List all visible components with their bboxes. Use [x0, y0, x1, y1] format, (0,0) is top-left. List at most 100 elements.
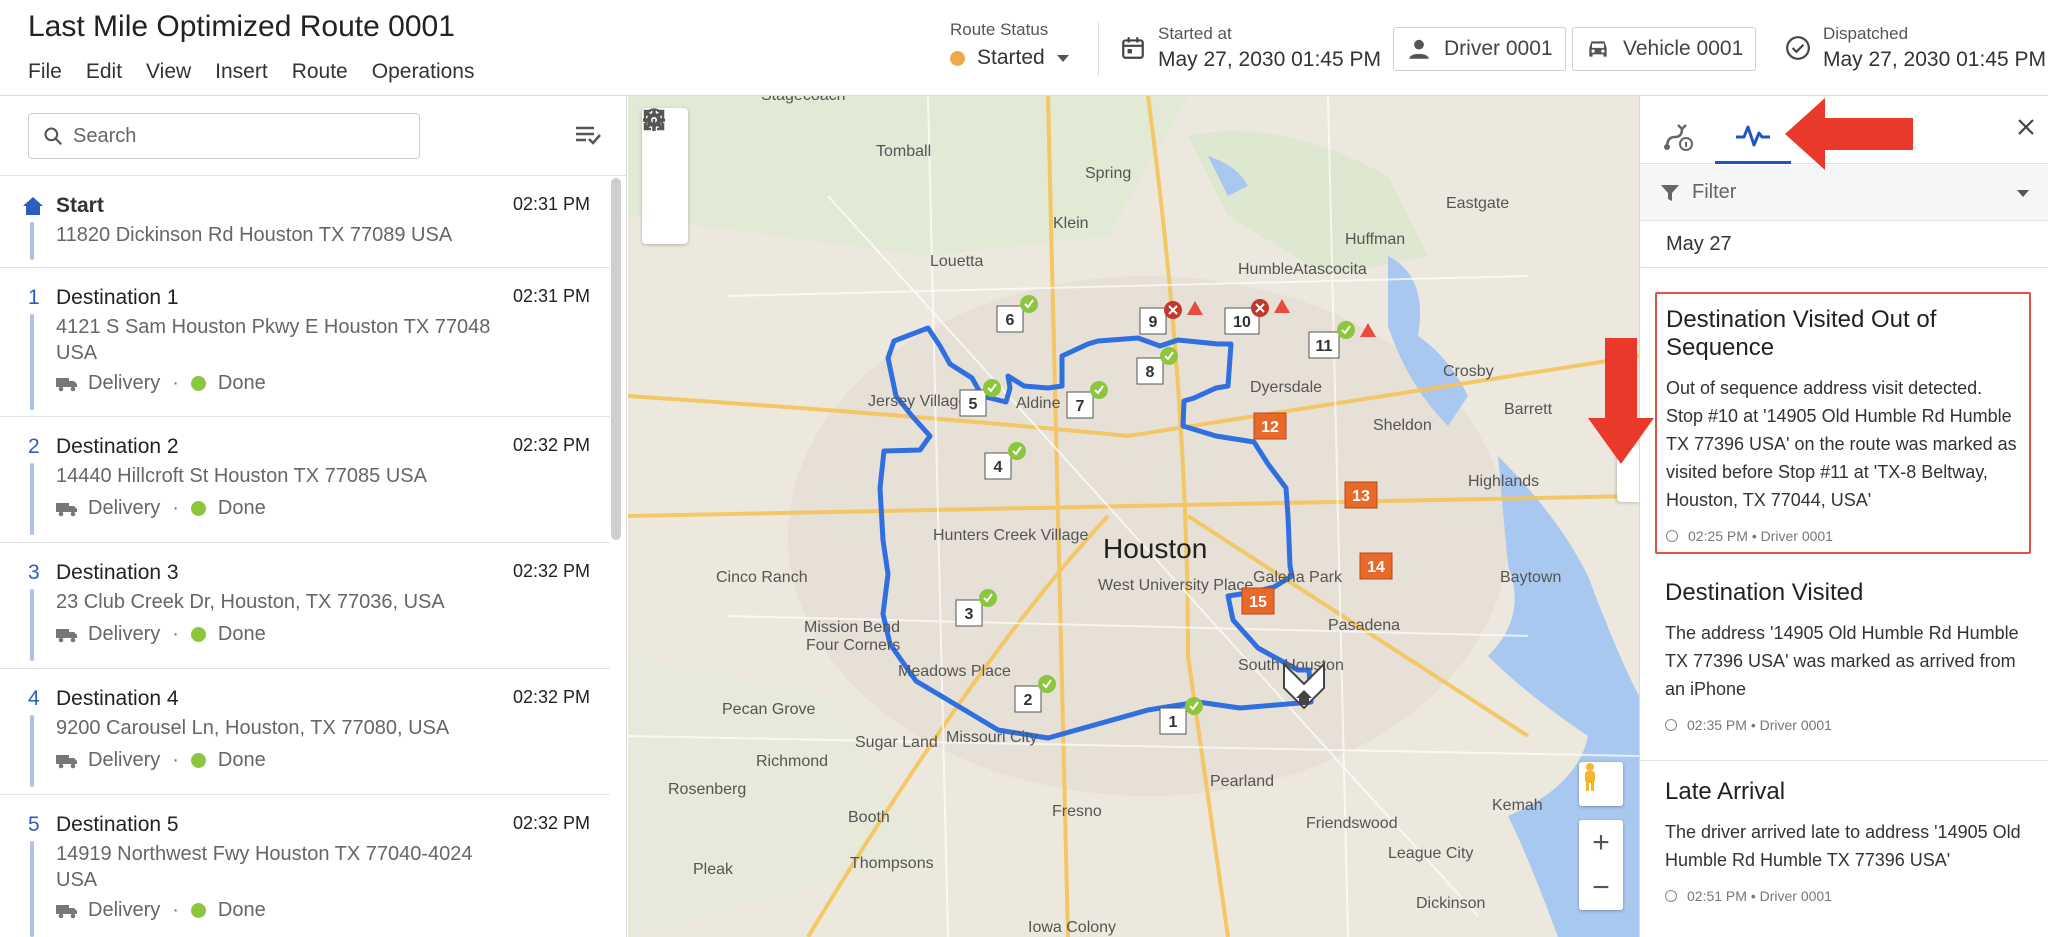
done-status-icon — [190, 501, 206, 516]
stop-number: 5 — [28, 813, 40, 836]
menu-view[interactable]: View — [146, 60, 191, 84]
map-settings-button[interactable] — [642, 109, 688, 198]
filter-dropdown[interactable]: Filter — [1640, 165, 2048, 221]
vehicle-chip[interactable]: Vehicle 0001 — [1572, 27, 1757, 71]
stop-time: 02:32 PM — [512, 561, 590, 581]
map-canvas[interactable]: Stagecoach Tomball Spring Klein Humble E… — [628, 96, 1639, 937]
place-label: Dickinson — [1416, 895, 1485, 912]
stop-address: 4121 S Sam Houston Pkwy E Houston TX 770… — [56, 316, 491, 364]
truck-icon — [56, 628, 77, 642]
event-meta: 02:25 PM • Driver 0001 — [1666, 528, 2021, 544]
stop-marker[interactable]: 13 — [1344, 481, 1378, 509]
stop-type: Delivery — [88, 899, 161, 921]
place-label: Jersey Village — [868, 393, 967, 410]
svg-text:14: 14 — [1367, 559, 1385, 576]
menu-route[interactable]: Route — [292, 60, 348, 84]
event-body: Out of sequence address visit detected. … — [1666, 378, 2017, 510]
separator: · — [172, 899, 179, 921]
separator: · — [172, 749, 179, 771]
menu-file[interactable]: File — [28, 60, 62, 84]
search-input[interactable] — [73, 124, 393, 148]
tab-activity[interactable] — [1715, 110, 1791, 164]
clock-icon — [1665, 890, 1677, 902]
menu-edit[interactable]: Edit — [86, 60, 122, 84]
place-label: League City — [1388, 845, 1473, 862]
place-label: Booth — [848, 809, 890, 826]
scrollbar[interactable] — [611, 178, 621, 540]
list-item[interactable]: 2 Destination 2 02:32 PM 14440 Hillcroft… — [0, 417, 610, 543]
divider — [1098, 22, 1099, 76]
menu-operations[interactable]: Operations — [372, 60, 475, 84]
place-label: Thompsons — [850, 855, 934, 872]
street-view-button[interactable] — [1579, 762, 1623, 806]
place-label: Crosby — [1443, 363, 1494, 380]
list-item[interactable]: 4 Destination 4 02:32 PM 9200 Carousel L… — [0, 669, 610, 795]
event-card[interactable]: Destination Visited Out of Sequence Out … — [1655, 292, 2031, 554]
stop-marker[interactable]: 14 — [1359, 552, 1393, 580]
route-status-dropdown[interactable]: Started — [950, 46, 1069, 70]
route-line — [30, 314, 34, 410]
stop-name: Destination 5 — [56, 813, 179, 836]
place-label: Galena Park — [1253, 569, 1343, 586]
date-group-label: May 27 — [1640, 222, 2048, 268]
close-icon[interactable] — [2017, 118, 2035, 136]
driver-chip[interactable]: Driver 0001 — [1393, 27, 1566, 71]
list-item[interactable]: 3 Destination 3 02:32 PM 23 Club Creek D… — [0, 543, 610, 669]
activity-pulse-icon — [1736, 125, 1770, 146]
stop-type: Delivery — [88, 497, 161, 519]
stop-number: 1 — [28, 286, 40, 309]
place-label: Richmond — [756, 753, 828, 770]
sort-list-icon[interactable] — [574, 124, 602, 148]
filter-icon — [1661, 184, 1679, 201]
route-info-icon — [1664, 124, 1693, 151]
place-label: West University Place — [1098, 577, 1253, 594]
stop-status: Done — [217, 497, 266, 519]
list-item[interactable]: 1 Destination 1 02:31 PM 4121 S Sam Hous… — [0, 268, 610, 417]
event-time-driver: 02:25 PM • Driver 0001 — [1688, 528, 1833, 544]
event-time-driver: 02:35 PM • Driver 0001 — [1687, 717, 1832, 733]
place-label: Kemah — [1492, 797, 1543, 814]
svg-text:7: 7 — [1076, 398, 1085, 415]
tab-route-info[interactable] — [1640, 110, 1716, 164]
search-box[interactable] — [28, 113, 420, 159]
stop-number: 4 — [28, 687, 40, 710]
stop-marker[interactable]: 12 — [1253, 412, 1287, 440]
map-tools — [642, 108, 688, 244]
event-meta: 02:51 PM • Driver 0001 — [1665, 888, 2031, 904]
zoom-in-button[interactable]: + — [1579, 820, 1623, 865]
event-card[interactable]: Destination Visited The address '14905 O… — [1640, 563, 2048, 761]
place-label: Rosenberg — [668, 781, 746, 798]
place-label: Missouri City — [946, 729, 1038, 746]
started-at: Started at May 27, 2030 01:45 PM — [1120, 24, 1381, 72]
vehicle-name: Vehicle 0001 — [1623, 37, 1744, 60]
place-label: Fresno — [1052, 803, 1102, 820]
svg-text:11: 11 — [1316, 338, 1333, 355]
place-label: Highlands — [1468, 473, 1539, 490]
stop-marker[interactable]: 15 — [1241, 587, 1275, 615]
stop-name: Destination 1 — [56, 286, 179, 309]
stop-meta: Delivery · Done — [56, 749, 266, 772]
place-label: Pleak — [693, 861, 734, 878]
route-line — [30, 589, 34, 661]
stop-status: Done — [217, 749, 266, 771]
route-line — [30, 222, 34, 260]
clock-icon — [1665, 719, 1677, 731]
done-status-icon — [190, 376, 206, 391]
place-label: Klein — [1053, 215, 1089, 232]
route-status[interactable]: Route Status Started — [950, 20, 1069, 70]
car-icon — [1589, 41, 1607, 57]
collapse-panel-button[interactable] — [1617, 446, 1639, 502]
started-caption: Started at — [1158, 24, 1232, 43]
list-item[interactable]: Start 02:31 PM 11820 Dickinson Rd Housto… — [0, 176, 610, 268]
route-map[interactable]: Stagecoach Tomball Spring Klein Humble E… — [628, 96, 1639, 937]
zoom-out-button[interactable]: − — [1579, 865, 1623, 910]
geofence-button[interactable] — [642, 108, 688, 243]
place-label: Aldine — [1016, 395, 1061, 412]
svg-text:4: 4 — [994, 459, 1003, 476]
list-item[interactable]: 5 Destination 5 02:32 PM 14919 Northwest… — [0, 795, 610, 937]
menu-insert[interactable]: Insert — [215, 60, 268, 84]
done-status-icon — [190, 903, 206, 918]
event-card[interactable]: Late Arrival The driver arrived late to … — [1640, 762, 2048, 937]
stop-meta: Delivery · Done — [56, 497, 266, 520]
truck-icon — [56, 754, 77, 768]
